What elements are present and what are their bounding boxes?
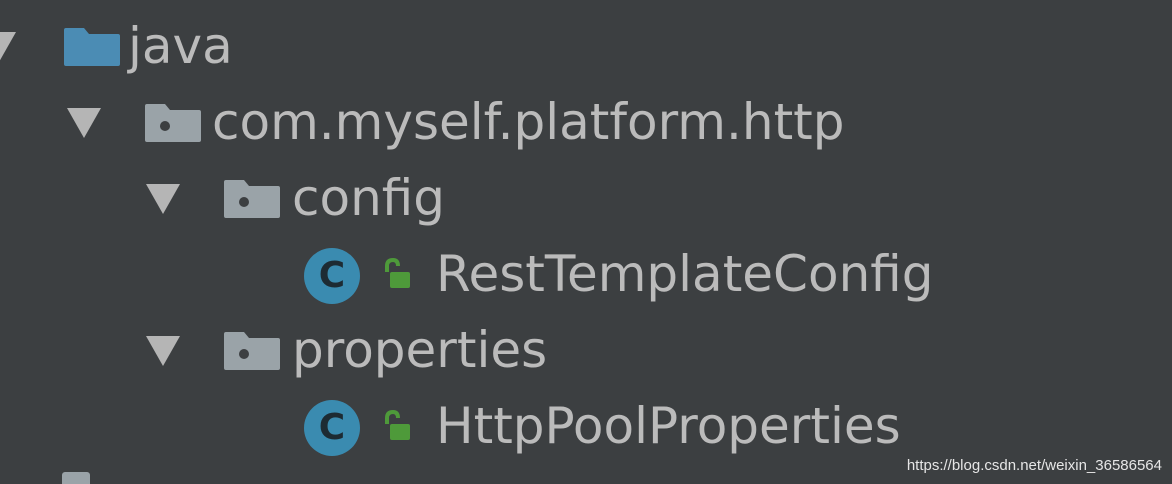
collapse-arrow-icon[interactable]: [146, 336, 180, 366]
tree-node-label: java: [128, 17, 233, 75]
tree-node-label: properties: [292, 321, 548, 379]
tree-node-label: config: [292, 169, 446, 227]
folder-icon: [62, 472, 90, 484]
tree-node-java[interactable]: java: [0, 8, 1172, 84]
tree-node-label: RestTemplateConfig: [436, 245, 934, 303]
tree-node-label: com.myself.platform.http: [212, 93, 845, 151]
tree-node-properties[interactable]: properties: [0, 312, 1172, 388]
tree-node-label: HttpPoolProperties: [436, 397, 901, 455]
collapse-arrow-icon[interactable]: [146, 184, 180, 214]
collapse-arrow-icon[interactable]: [0, 32, 16, 62]
package-icon: [224, 180, 280, 218]
package-icon: [224, 332, 280, 370]
unlocked-icon: [385, 410, 410, 440]
source-folder-icon: [64, 28, 120, 66]
tree-node-rest-template-config[interactable]: C RestTemplateConfig: [0, 236, 1172, 312]
watermark: https://blog.csdn.net/weixin_36586564: [906, 457, 1162, 474]
class-icon: C: [304, 248, 360, 304]
tree-node-config[interactable]: config: [0, 160, 1172, 236]
tree-node-http-pool-properties[interactable]: C HttpPoolProperties: [0, 388, 1172, 464]
unlocked-icon: [385, 258, 410, 288]
package-icon: [145, 104, 201, 142]
class-icon: C: [304, 400, 360, 456]
collapse-arrow-icon[interactable]: [67, 108, 101, 138]
tree-node-package[interactable]: com.myself.platform.http: [0, 84, 1172, 160]
